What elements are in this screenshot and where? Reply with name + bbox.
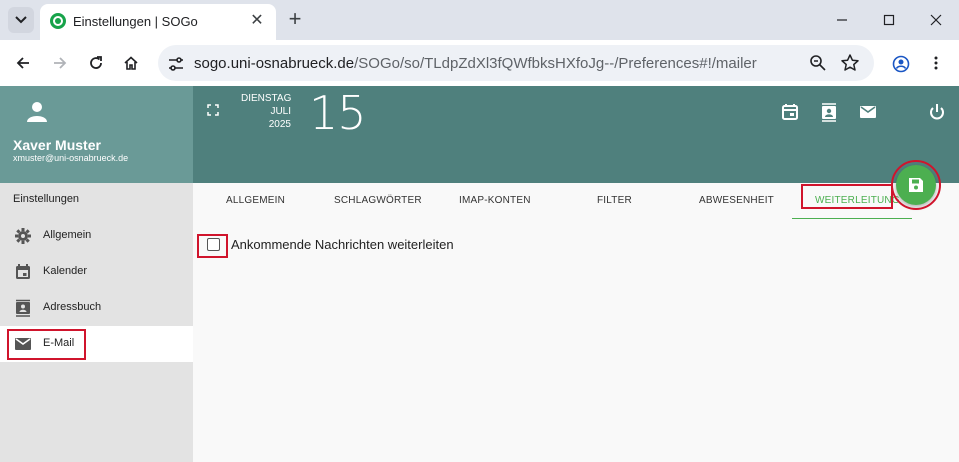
power-icon[interactable] [927,102,947,122]
calendar-icon [16,264,30,279]
app-header: DIENSTAG JULI 2025 15 [193,86,959,183]
user-name: Xaver Muster [13,137,101,153]
tab-imap-konten[interactable]: IMAP-KONTEN [459,195,531,206]
profile-icon [892,55,910,73]
maximize-icon [883,14,895,26]
tab-allgemein[interactable]: ALLGEMEIN [226,195,285,206]
date-year: 2025 [268,119,291,130]
zoom-icon[interactable] [808,53,828,73]
mail-icon[interactable] [858,102,878,122]
mail-preferences-content: ALLGEMEIN SCHLAGWÖRTER IMAP-KONTEN FILTE… [193,183,959,462]
back-button[interactable] [9,49,37,77]
address-bar[interactable]: sogo.uni-osnabrueck.de/SOGo/so/TLdpZdXl3… [158,45,874,81]
url-host: sogo.uni-osnabrueck.de [194,55,355,72]
bookmark-star-icon[interactable] [840,53,860,73]
date-day: 15 [309,86,367,140]
date-month: JULI [270,106,291,117]
highlight-email [7,329,86,360]
reload-button[interactable] [82,49,110,77]
sidebar-item-label: Kalender [43,265,88,277]
tab-close-button[interactable]: ✕ [248,12,266,30]
arrow-right-icon [54,57,67,69]
tab-filter[interactable]: FILTER [597,195,632,206]
user-email: xmuster@uni-osnabrueck.de [13,153,129,163]
minimize-icon [837,19,847,21]
browser-toolbar: sogo.uni-osnabrueck.de/SOGo/so/TLdpZdXl3… [0,40,959,86]
close-icon [930,14,942,26]
minimize-button[interactable] [819,0,865,40]
user-panel: Xaver Muster xmuster@uni-osnabrueck.de [0,86,193,183]
home-button[interactable] [117,49,145,77]
profile-button[interactable] [886,49,914,77]
sidebar-item-label: Adressbuch [43,301,102,313]
sidebar-item-adressbuch[interactable]: Adressbuch [0,290,193,326]
highlight-forward-checkbox [197,234,228,258]
close-window-button[interactable] [913,0,959,40]
calendar-icon[interactable] [780,102,800,122]
sogo-app: Xaver Muster xmuster@uni-osnabrueck.de D… [0,86,959,462]
gear-icon [15,228,31,244]
browser-menu-button[interactable] [922,49,950,77]
contacts-icon [16,299,30,317]
arrow-left-icon [16,57,29,69]
sidebar-item-allgemein[interactable]: Allgemein [0,218,193,254]
active-tab-indicator [792,218,912,219]
tab-schlagwoerter[interactable]: SCHLAGWÖRTER [334,195,422,206]
chevron-down-icon [15,16,27,24]
preferences-sidebar: Einstellungen Allgemein Kalender Adressb… [0,183,193,462]
home-icon [124,56,138,70]
maximize-button[interactable] [866,0,912,40]
tab-title: Einstellungen | SOGo [73,14,198,29]
new-tab-button[interactable]: + [283,7,307,31]
tab-abwesenheit[interactable]: ABWESENHEIT [699,195,774,206]
sidebar-heading: Einstellungen [13,193,80,205]
sogo-favicon-icon [50,13,66,29]
sidebar-item-label: Allgemein [43,229,92,241]
reload-icon [90,56,102,69]
highlight-weiterleitung-tab [801,184,893,209]
user-icon [27,102,47,122]
date-weekday: DIENSTAG [241,93,292,104]
contacts-icon[interactable] [819,102,839,122]
more-vert-icon [934,56,938,70]
fullscreen-icon[interactable] [207,104,219,116]
url-text: sogo.uni-osnabrueck.de/SOGo/so/TLdpZdXl3… [194,55,757,72]
highlight-save-button [891,160,941,210]
browser-tab-bar: Einstellungen | SOGo ✕ + [0,0,959,40]
forward-button[interactable] [46,49,74,77]
forward-incoming-label[interactable]: Ankommende Nachrichten weiterleiten [231,237,454,252]
browser-tab[interactable]: Einstellungen | SOGo ✕ [40,4,276,40]
site-settings-icon [169,57,183,71]
tab-search-button[interactable] [8,7,34,33]
date-block: DIENSTAG JULI 2025 [241,92,291,131]
url-path: /SOGo/so/TLdpZdXl3fQWfbksHXfoJg--/Prefer… [354,55,757,72]
sidebar-item-kalender[interactable]: Kalender [0,254,193,290]
